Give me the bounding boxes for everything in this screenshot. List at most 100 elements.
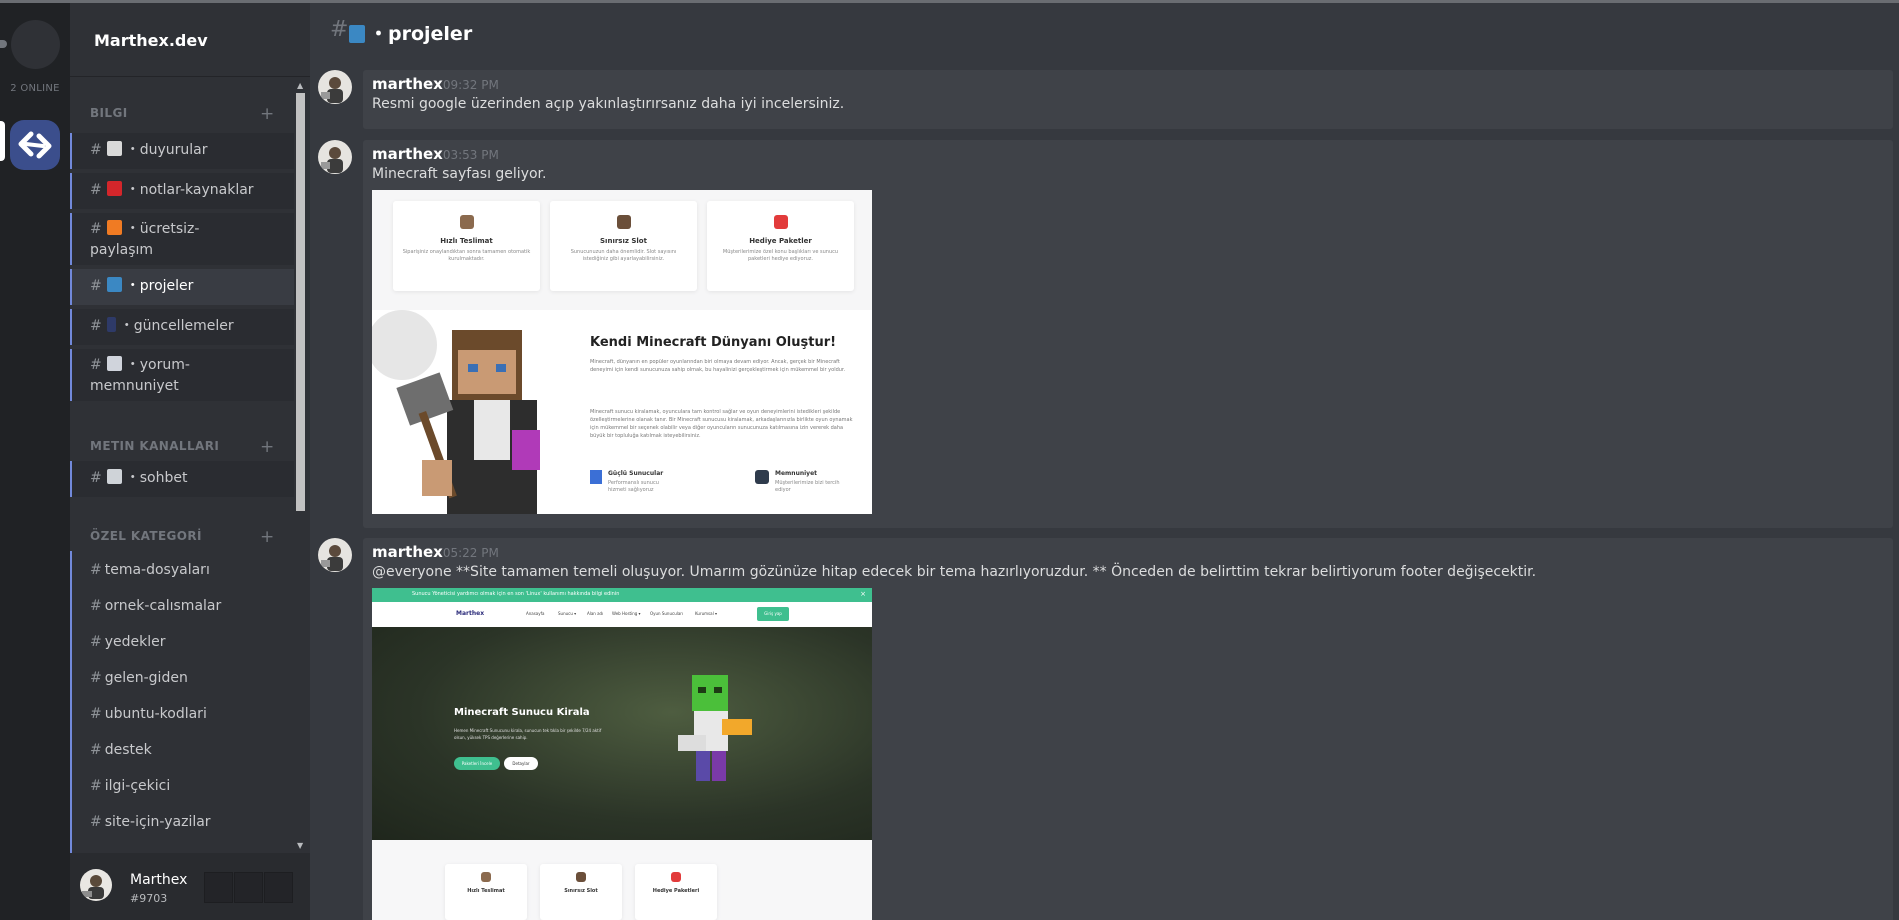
feature-title: Güçlü Sunucular — [608, 470, 664, 477]
hash-icon: # — [330, 17, 349, 42]
hash-icon: # — [90, 221, 102, 237]
channel-gelen-giden[interactable]: # gelen-giden — [90, 670, 188, 686]
section-paragraph: Minecraft, dünyanın en popüler oyunların… — [590, 359, 846, 373]
nav-item: Sunucu ▾ — [558, 611, 577, 616]
avatar[interactable] — [318, 140, 352, 174]
message[interactable]: marthex09:32 PM Resmi google üzerinden a… — [363, 70, 1893, 129]
close-icon: × — [860, 590, 866, 598]
hero-title: Minecraft Sunucu Kirala — [454, 707, 590, 718]
card-title: Hediye Paketler — [749, 237, 812, 245]
add-channel-icon[interactable]: + — [260, 529, 274, 546]
message-author[interactable]: marthex05:22 PM — [372, 543, 499, 561]
user-avatar-icon — [82, 875, 104, 899]
scrollbar-thumb[interactable] — [296, 93, 305, 511]
channel-label: destek — [104, 742, 152, 758]
category-metin-kanallari[interactable]: METIN KANALLARI — [90, 439, 219, 453]
marthex-server-icon[interactable] — [10, 120, 60, 170]
hero-section: Minecraft Sunucu Kirala Hemen Minecraft … — [372, 627, 872, 840]
channel-yorum-memnuniyet[interactable]: # ・yorum-memnuniyet — [70, 349, 294, 401]
nav-item: Kurumsal ▾ — [695, 611, 717, 616]
message-text: Minecraft sayfası geliyor. — [372, 166, 547, 182]
blue-book-emoji-icon — [106, 277, 122, 292]
user-settings-button[interactable] — [264, 872, 293, 903]
hero-desc: Hemen Minecraft Sunucunu kirala, sunucun… — [454, 728, 602, 740]
category-ozel-kategori[interactable]: ÖZEL KATEGORİ — [90, 529, 202, 543]
channel-label: ・duyurular — [125, 142, 208, 158]
author-name: marthex — [372, 543, 443, 561]
hash-icon: # — [90, 318, 102, 334]
scroll-up-icon[interactable]: ▲ — [297, 81, 303, 90]
channel-projeler[interactable]: # ・projeler — [70, 269, 294, 305]
site-navbar: Marthex Anasayfa Sunucu ▾ Alan adı Web H… — [372, 602, 872, 627]
server-header[interactable]: Marthex.dev — [70, 3, 310, 77]
channel-duyurular[interactable]: # ・duyurular — [70, 133, 294, 169]
user-avatar-icon — [321, 77, 343, 103]
message-text: Resmi google üzerinden açıp yakınlaştırı… — [372, 96, 845, 112]
message-author[interactable]: marthex03:53 PM — [372, 145, 499, 163]
box-icon — [459, 215, 474, 229]
card-title: Sınırsız Slot — [600, 237, 647, 245]
avatar[interactable] — [80, 869, 112, 901]
hash-icon: # — [90, 278, 102, 294]
channel-ubuntu-kodlari[interactable]: # ubuntu-kodlari — [90, 706, 207, 722]
scroll-down-icon[interactable]: ▼ — [297, 841, 303, 850]
card-desc: Sunucunuzun daha önemlidir. Slot sayısın… — [570, 249, 677, 262]
feature-desc: Performanslı sunucu hizmeti sağlıyoruz — [608, 480, 659, 493]
site-brand: Marthex — [456, 610, 485, 617]
hash-icon: # — [90, 470, 102, 486]
channel-label: ・notlar-kaynaklar — [125, 182, 254, 198]
channel-label: site-için-yazilar — [104, 814, 211, 830]
add-channel-icon[interactable]: + — [260, 106, 274, 123]
avatar[interactable] — [318, 538, 352, 572]
channel-title: ・projeler — [347, 19, 472, 46]
add-channel-icon[interactable]: + — [260, 439, 274, 456]
channel-label-cont: paylaşım — [90, 242, 154, 258]
online-count: 2 ONLINE — [10, 83, 60, 94]
nav-item: Web Hosting ▾ — [612, 611, 641, 616]
mute-button[interactable] — [204, 872, 233, 903]
box-icon — [481, 872, 491, 882]
message-author[interactable]: marthex09:32 PM — [372, 75, 499, 93]
attachment-image-minecraft-page[interactable]: Hızlı Teslimat Siparişiniz onaylandıktan… — [372, 190, 872, 514]
feature-card: Sınırsız Slot Sunucunuzun daha önemlidir… — [550, 201, 697, 291]
speech-bubble-emoji-icon — [106, 469, 122, 484]
channel-label: gelen-giden — [104, 670, 188, 686]
deafen-button[interactable] — [234, 872, 263, 903]
channel-tema-dosyalari[interactable]: # tema-dosyaları — [90, 562, 210, 578]
channel-sidebar: Marthex.dev BILGI + # ・duyurular # ・notlar… — [70, 3, 310, 920]
attachment-image-homepage[interactable]: Sunucu Yöneticisi yardımcı olmak için en… — [372, 588, 872, 920]
channel-ilgi-cekici[interactable]: # ilgi-çekici — [90, 778, 170, 794]
author-name: marthex — [372, 75, 443, 93]
channel-destek[interactable]: # destek — [90, 742, 152, 758]
channel-ornek-calismalar[interactable]: # ornek-calısmalar — [90, 598, 221, 614]
category-accent-line — [70, 551, 72, 853]
channel-label-cont: memnuniyet — [90, 378, 179, 394]
channel-label: ・yorum- — [125, 357, 190, 373]
channel-list: BILGI + # ・duyurular # ・notlar-kaynaklar #… — [70, 79, 310, 853]
channel-yedekler[interactable]: # yedekler — [90, 634, 166, 650]
server-pip — [0, 40, 7, 48]
nav-item: Anasayfa — [526, 611, 545, 616]
channel-site-icin-yazilar[interactable]: # site-için-yazilar — [90, 814, 211, 830]
rocket-emoji-icon — [106, 356, 122, 371]
section-paragraph: Minecraft sunucu kiralamak, oyunculara t… — [590, 409, 853, 439]
card-desc: Müşterilerimize özel konu başlıkları ve … — [722, 249, 839, 262]
channel-notlar-kaynaklar[interactable]: # ・notlar-kaynaklar — [70, 173, 294, 209]
card-title: Sınırsız Slot — [564, 888, 598, 894]
channel-sohbet[interactable]: # ・sohbet — [70, 461, 294, 497]
category-bilgi[interactable]: BILGI — [90, 106, 128, 120]
channel-label: ubuntu-kodlari — [104, 706, 207, 722]
card-title: Hızlı Teslimat — [440, 237, 493, 245]
channel-title-text: ・projeler — [369, 23, 473, 45]
feature-card: Sınırsız Slot — [540, 864, 622, 920]
channel-guncellemeler[interactable]: # ・güncellemeler — [70, 309, 294, 345]
message[interactable]: marthex03:53 PM Minecraft sayfası geliyo… — [363, 140, 1893, 528]
announcement-text: Sunucu Yöneticisi yardımcı olmak için en… — [412, 591, 620, 597]
home-server-icon[interactable] — [11, 20, 60, 69]
slot-icon — [616, 215, 631, 229]
announcement-bar: Sunucu Yöneticisi yardımcı olmak için en… — [372, 588, 872, 602]
avatar[interactable] — [318, 70, 352, 104]
feature-desc: Müşterilerimize bizi tercih ediyor — [775, 480, 840, 493]
message[interactable]: marthex05:22 PM @everyone **Site tamamen… — [363, 538, 1893, 920]
channel-ucretsiz-paylasim[interactable]: # ・ücretsiz-paylaşım — [70, 213, 294, 265]
